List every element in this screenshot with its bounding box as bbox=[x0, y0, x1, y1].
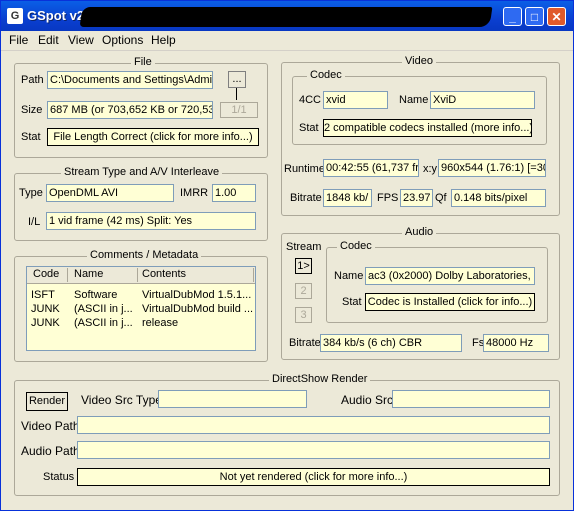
video-codec-title: Codec bbox=[307, 69, 345, 81]
qf-field[interactable]: 0.148 bits/pixel bbox=[451, 189, 546, 207]
metadata-table-header: Code Name Contents bbox=[27, 267, 255, 284]
path-field[interactable]: C:\Documents and Settings\Admi bbox=[47, 71, 213, 89]
cell-name: (ASCII in j... bbox=[74, 303, 133, 315]
audio-stat-label: Stat bbox=[342, 296, 362, 308]
cell-contents: VirtualDubMod 1.5.1... bbox=[142, 289, 252, 301]
video-path-field[interactable] bbox=[77, 416, 550, 434]
imrr-label: IMRR bbox=[180, 187, 209, 199]
audio-stream-1-button[interactable]: 1> bbox=[295, 258, 312, 274]
menu-view[interactable]: View bbox=[68, 33, 94, 47]
fourcc-field[interactable]: xvid bbox=[323, 91, 388, 109]
fps-label: FPS bbox=[377, 192, 399, 204]
runtime-field[interactable]: 00:42:55 (61,737 fr bbox=[323, 159, 419, 177]
audio-path-field[interactable] bbox=[77, 441, 550, 459]
audio-bitrate-label: Bitrate bbox=[289, 337, 321, 349]
file-group-title: File bbox=[131, 56, 155, 68]
gspot-window: G GSpot v2.2 _ □ ✕ File Edit View Option… bbox=[0, 0, 574, 511]
audio-codec-group: Codec bbox=[326, 240, 548, 323]
fourcc-label: 4CC bbox=[299, 94, 322, 106]
maximize-button[interactable]: □ bbox=[525, 7, 544, 26]
video-path-label: Video Path bbox=[21, 419, 80, 433]
column-separator[interactable] bbox=[253, 268, 254, 282]
minimize-button[interactable]: _ bbox=[503, 7, 522, 26]
menu-bar: File Edit View Options Help bbox=[1, 31, 573, 51]
comments-group-title: Comments / Metadata bbox=[87, 249, 202, 261]
stream-type-group-title: Stream Type and A/V Interleave bbox=[61, 166, 223, 178]
audio-stat-button[interactable]: Codec is Installed (click for info...) bbox=[365, 293, 535, 311]
file-stat-button[interactable]: File Length Correct (click for more info… bbox=[47, 128, 259, 146]
close-button[interactable]: ✕ bbox=[547, 7, 566, 26]
menu-edit[interactable]: Edit bbox=[38, 33, 59, 47]
video-group-title: Video bbox=[402, 55, 436, 67]
video-bitrate-label: Bitrate bbox=[290, 192, 322, 204]
audio-src-label: Audio Src bbox=[341, 393, 394, 407]
cell-name: (ASCII in j... bbox=[74, 317, 133, 329]
menu-file[interactable]: File bbox=[9, 33, 28, 47]
cell-contents: VirtualDubMod build ... bbox=[142, 303, 254, 315]
runtime-label: Runtime bbox=[284, 163, 325, 175]
column-separator[interactable] bbox=[67, 268, 68, 282]
cell-code: ISFT bbox=[31, 289, 55, 301]
audio-stream-2-button[interactable]: 2 bbox=[295, 283, 312, 299]
il-label: I/L bbox=[28, 216, 41, 228]
stat-label: Stat bbox=[21, 131, 41, 143]
size-field[interactable]: 687 MB (or 703,652 KB or 720,53 bbox=[47, 101, 213, 119]
cell-code: JUNK bbox=[31, 303, 60, 315]
xy-label: x:y bbox=[423, 163, 438, 175]
audio-group-title: Audio bbox=[402, 226, 437, 238]
qf-label: Qf bbox=[435, 192, 447, 204]
column-header-code[interactable]: Code bbox=[33, 268, 59, 280]
type-field[interactable]: OpenDML AVI bbox=[46, 184, 174, 202]
directshow-render-title: DirectShow Render bbox=[269, 373, 371, 385]
imrr-field[interactable]: 1.00 bbox=[212, 184, 256, 202]
video-name-label: Name bbox=[399, 94, 429, 106]
fs-field[interactable]: 48000 Hz bbox=[483, 334, 549, 352]
fps-field[interactable]: 23.97 bbox=[400, 189, 433, 207]
browse-button[interactable]: ... bbox=[228, 71, 246, 88]
video-name-field[interactable]: XviD bbox=[430, 91, 535, 109]
il-field[interactable]: 1 vid frame (42 ms) Split: Yes bbox=[46, 212, 256, 230]
audio-name-label: Name bbox=[334, 270, 364, 282]
render-button[interactable]: Render bbox=[26, 392, 68, 411]
render-status-button[interactable]: Not yet rendered (click for more info...… bbox=[77, 468, 550, 486]
size-page-indicator: 1/1 bbox=[220, 102, 258, 118]
audio-codec-title: Codec bbox=[337, 240, 375, 252]
video-bitrate-field[interactable]: 1848 kb/ bbox=[323, 189, 372, 207]
menu-help[interactable]: Help bbox=[151, 33, 176, 47]
menu-options[interactable]: Options bbox=[102, 33, 143, 47]
xy-field[interactable]: 960x544 (1.76:1) [=30 bbox=[438, 159, 546, 177]
metadata-table[interactable]: Code Name Contents ISFT Software Virtual… bbox=[26, 266, 256, 351]
status-label: Status bbox=[43, 471, 75, 483]
audio-bitrate-field[interactable]: 384 kb/s (6 ch) CBR bbox=[320, 334, 462, 352]
video-src-type-field[interactable] bbox=[158, 390, 307, 408]
browse-connector bbox=[236, 88, 237, 100]
audio-name-field[interactable]: ac3 (0x2000) Dolby Laboratories, I bbox=[365, 267, 535, 285]
gspot-app-icon[interactable]: G bbox=[7, 8, 23, 24]
audio-stream-3-button[interactable]: 3 bbox=[295, 307, 312, 323]
path-label: Path bbox=[21, 74, 44, 86]
video-stat-label: Stat bbox=[299, 122, 319, 134]
cell-code: JUNK bbox=[31, 317, 60, 329]
type-label: Type bbox=[19, 187, 43, 199]
cell-contents: release bbox=[142, 317, 179, 329]
column-separator[interactable] bbox=[137, 268, 138, 282]
size-label: Size bbox=[21, 104, 43, 116]
audio-path-label: Audio Path bbox=[21, 444, 80, 458]
video-src-type-label: Video Src Type bbox=[81, 393, 162, 407]
audio-src-field[interactable] bbox=[392, 390, 550, 408]
video-stat-button[interactable]: 2 compatible codecs installed (more info… bbox=[323, 119, 532, 137]
column-header-name[interactable]: Name bbox=[74, 268, 103, 280]
column-header-contents[interactable]: Contents bbox=[142, 268, 186, 280]
title-bar[interactable]: G GSpot v2.2 _ □ ✕ bbox=[1, 1, 573, 31]
audio-stream-label: Stream bbox=[286, 241, 322, 253]
redaction-scribble bbox=[79, 7, 493, 27]
cell-name: Software bbox=[74, 289, 118, 301]
